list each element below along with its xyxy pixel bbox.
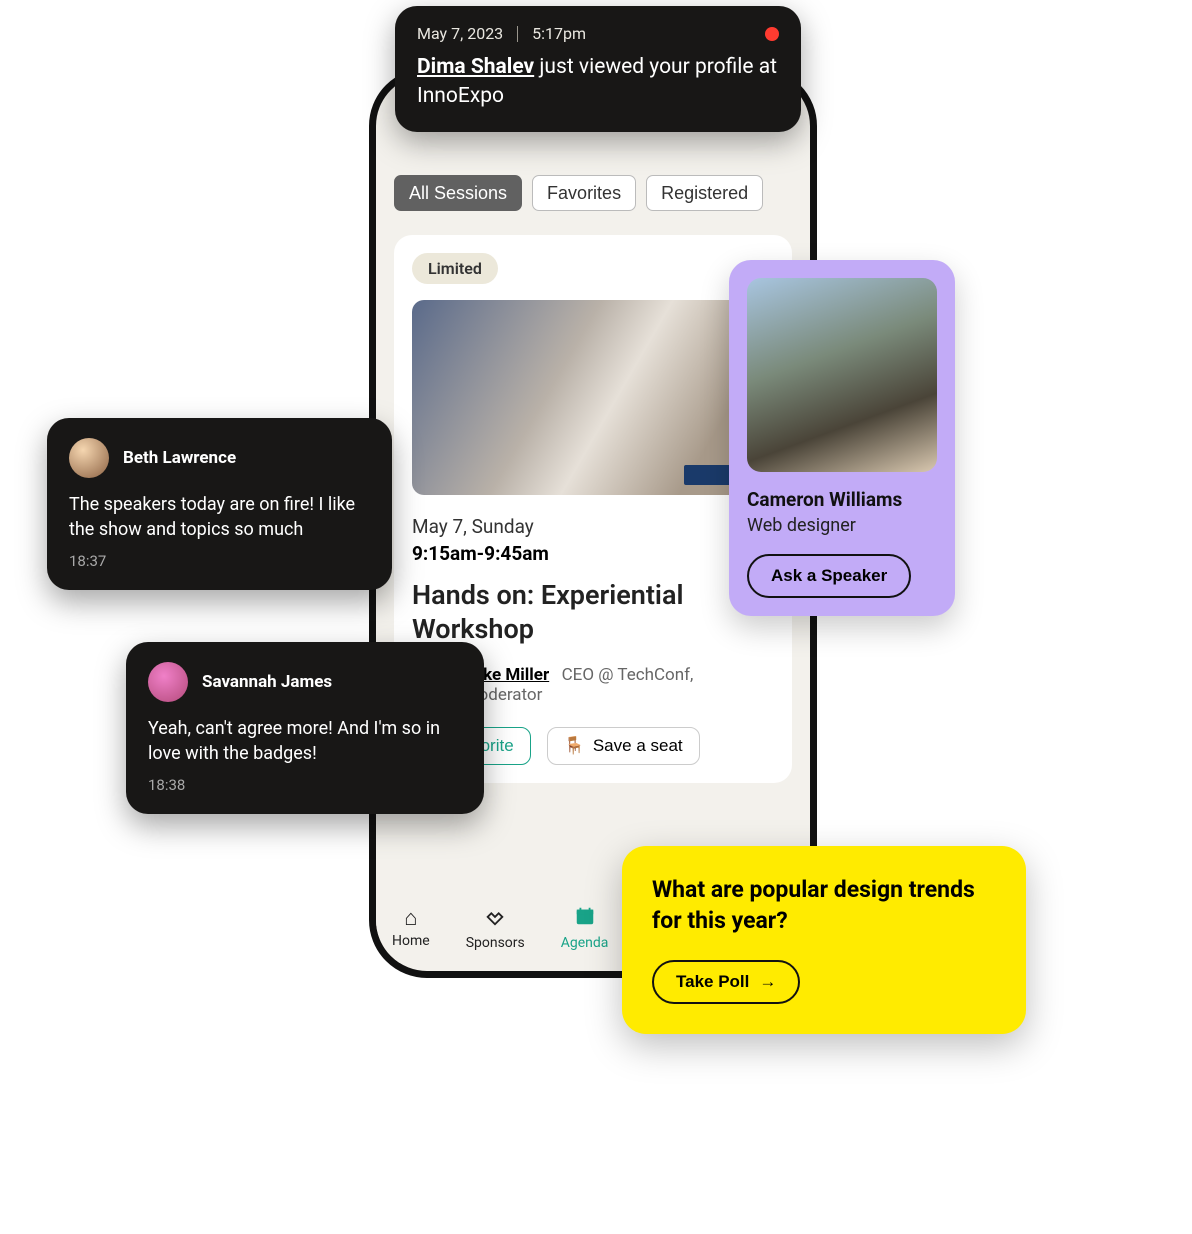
- handshake-icon: [484, 905, 506, 932]
- nav-home-label: Home: [392, 933, 430, 949]
- seat-icon: 🪑: [564, 736, 585, 756]
- avatar: [69, 438, 109, 478]
- session-time: 9:15am-9:45am: [412, 542, 774, 565]
- nav-agenda[interactable]: Agenda: [561, 905, 609, 951]
- arrow-right-icon: →: [759, 972, 776, 992]
- notification-time: 5:17pm: [532, 24, 586, 43]
- divider: [517, 26, 518, 42]
- save-seat-button[interactable]: 🪑 Save a seat: [547, 727, 700, 765]
- home-icon: ⌂: [404, 908, 417, 930]
- take-poll-button[interactable]: Take Poll →: [652, 960, 800, 1004]
- save-seat-label: Save a seat: [593, 736, 683, 756]
- ask-speaker-button[interactable]: Ask a Speaker: [747, 554, 911, 598]
- notification-date: May 7, 2023: [417, 24, 503, 43]
- speaker-role: [553, 665, 561, 685]
- take-poll-label: Take Poll: [676, 972, 749, 992]
- chat-sender-name: Beth Lawrence: [123, 448, 236, 468]
- chat-text: The speakers today are on fire! I like t…: [69, 492, 370, 542]
- unread-dot-icon: [765, 27, 779, 41]
- avatar: [148, 662, 188, 702]
- session-title: Hands on: Experiential Workshop: [412, 579, 774, 647]
- notification-user[interactable]: Dima Shalev: [417, 55, 534, 79]
- speaker-card-name: Cameron Williams: [747, 488, 937, 511]
- chat-timestamp: 18:37: [69, 552, 370, 570]
- poll-card[interactable]: What are popular design trends for this …: [622, 846, 1026, 1034]
- nav-home[interactable]: ⌂ Home: [392, 908, 430, 949]
- filter-tabs: All Sessions Favorites Registered: [394, 175, 792, 211]
- limited-badge: Limited: [412, 253, 498, 284]
- tab-all-sessions[interactable]: All Sessions: [394, 175, 522, 211]
- nav-agenda-label: Agenda: [561, 935, 609, 951]
- poll-question: What are popular design trends for this …: [652, 874, 996, 936]
- tab-favorites[interactable]: Favorites: [532, 175, 636, 211]
- notification-toast[interactable]: May 7, 2023 5:17pm Dima Shalev just view…: [395, 6, 801, 132]
- notification-header: May 7, 2023 5:17pm: [417, 24, 779, 43]
- session-date: May 7, Sunday: [412, 515, 774, 538]
- nav-sponsors[interactable]: Sponsors: [466, 905, 525, 951]
- session-image: [412, 300, 774, 495]
- speaker-card-role: Web designer: [747, 515, 937, 536]
- chat-text: Yeah, can't agree more! And I'm so in lo…: [148, 716, 462, 766]
- chat-sender-name: Savannah James: [202, 672, 332, 692]
- calendar-icon: [574, 905, 596, 932]
- chat-message-2[interactable]: Savannah James Yeah, can't agree more! A…: [126, 642, 484, 814]
- chat-message-1[interactable]: Beth Lawrence The speakers today are on …: [47, 418, 392, 590]
- nav-sponsors-label: Sponsors: [466, 935, 525, 951]
- speaker-card[interactable]: Cameron Williams Web designer Ask a Spea…: [729, 260, 955, 616]
- chat-timestamp: 18:38: [148, 776, 462, 794]
- tab-registered[interactable]: Registered: [646, 175, 763, 211]
- notification-body: Dima Shalev just viewed your profile at …: [417, 53, 779, 112]
- speaker-photo: [747, 278, 937, 472]
